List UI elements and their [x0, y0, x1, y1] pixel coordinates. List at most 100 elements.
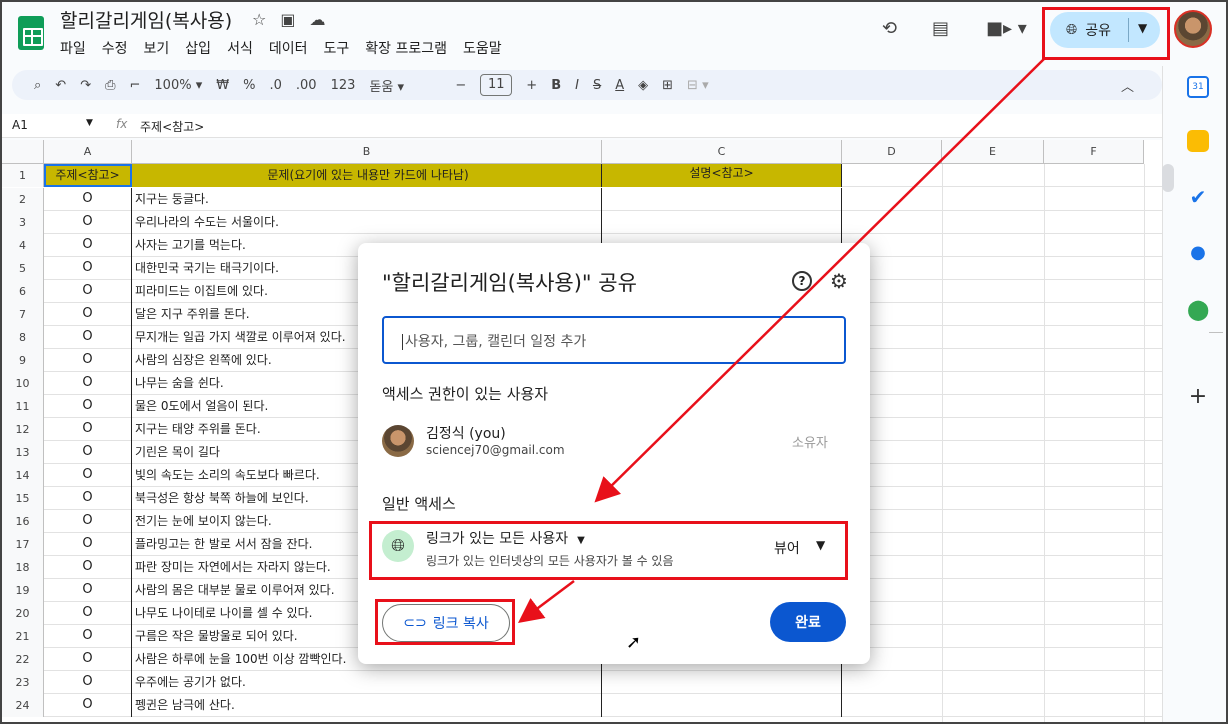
cell-topic[interactable]: O	[44, 487, 132, 510]
keep-icon[interactable]	[1187, 130, 1209, 152]
cell-question[interactable]: 우주에는 공기가 없다.	[132, 671, 602, 694]
tasks-icon[interactable]: ✔	[1187, 186, 1209, 208]
percent-format[interactable]: %	[243, 78, 255, 93]
row-header[interactable]: 5	[2, 257, 44, 280]
font-size-decrease[interactable]: −	[455, 78, 466, 93]
row-header[interactable]: 7	[2, 303, 44, 326]
menu-tools[interactable]: 도구	[323, 36, 357, 60]
cell-topic[interactable]: O	[44, 349, 132, 372]
document-title[interactable]: 할리갈리게임(복사용)	[60, 6, 232, 33]
cell-topic[interactable]: O	[44, 418, 132, 441]
cloud-status-icon[interactable]: ☁	[309, 10, 325, 29]
cell-topic[interactable]: O	[44, 533, 132, 556]
menu-file[interactable]: 파일	[60, 36, 94, 60]
cell-note[interactable]	[602, 188, 842, 211]
cell-topic[interactable]: O	[44, 579, 132, 602]
comments-icon[interactable]: ▤	[932, 18, 949, 39]
cell-topic[interactable]: O	[44, 441, 132, 464]
row-header[interactable]: 23	[2, 671, 44, 694]
menu-help[interactable]: 도움말	[463, 36, 510, 60]
cell-topic[interactable]: O	[44, 395, 132, 418]
search-menus-icon[interactable]: ⌕	[34, 78, 41, 93]
cell-c1[interactable]: 설명<참고>	[602, 164, 842, 187]
row-header[interactable]: 14	[2, 464, 44, 487]
history-icon[interactable]: ⟲	[882, 18, 897, 39]
row-header[interactable]: 2	[2, 188, 44, 211]
row-header[interactable]: 18	[2, 556, 44, 579]
calendar-icon[interactable]: 31	[1187, 76, 1209, 98]
paint-format-icon[interactable]: ⌐	[130, 78, 141, 93]
cell-topic[interactable]: O	[44, 211, 132, 234]
italic-icon[interactable]: I	[575, 78, 579, 93]
print-icon[interactable]: ⎙	[105, 78, 115, 93]
sheets-logo-icon[interactable]	[18, 16, 44, 50]
cell-question[interactable]: 펭귄은 남극에 산다.	[132, 694, 602, 717]
row-header[interactable]: 8	[2, 326, 44, 349]
cell-question[interactable]: 지구는 둥글다.	[132, 188, 602, 211]
collapse-toolbar-icon[interactable]: ︿	[1121, 76, 1134, 95]
cell-topic[interactable]: O	[44, 648, 132, 671]
cell-topic[interactable]: O	[44, 234, 132, 257]
font-size-increase[interactable]: +	[526, 78, 537, 93]
cell-note[interactable]	[602, 694, 842, 717]
row-header[interactable]: 3	[2, 211, 44, 234]
cell-question[interactable]: 우리나라의 수도는 서울이다.	[132, 211, 602, 234]
vertical-scrollbar[interactable]	[1162, 164, 1174, 192]
fill-color-icon[interactable]: ◈	[638, 78, 648, 93]
help-icon[interactable]: ?	[792, 271, 812, 291]
cell-topic[interactable]: O	[44, 280, 132, 303]
redo-icon[interactable]: ↷	[80, 78, 91, 93]
name-box-dropdown-icon[interactable]: ▼	[86, 118, 93, 128]
font-size-input[interactable]: 11	[480, 74, 513, 96]
formula-input[interactable]: 주제<참고>	[140, 118, 204, 135]
decrease-decimal[interactable]: .0	[269, 78, 281, 93]
column-header-a[interactable]: A	[44, 140, 132, 164]
number-format[interactable]: 123	[331, 78, 356, 93]
add-people-input[interactable]: 사용자, 그룹, 캘린더 일정 추가	[382, 316, 846, 364]
meet-icon[interactable]: ■▸ ▾	[986, 18, 1027, 39]
zoom-select[interactable]: 100% ▾	[154, 78, 202, 93]
done-button[interactable]: 완료	[770, 602, 846, 642]
row-header[interactable]: 6	[2, 280, 44, 303]
undo-icon[interactable]: ↶	[55, 78, 66, 93]
cell-topic[interactable]: O	[44, 671, 132, 694]
maps-icon[interactable]: ⬤	[1187, 298, 1209, 320]
name-box[interactable]: A1	[12, 118, 28, 132]
row-header[interactable]: 17	[2, 533, 44, 556]
column-header-b[interactable]: B	[132, 140, 602, 164]
star-icon[interactable]: ☆	[252, 10, 266, 29]
cell-topic[interactable]: O	[44, 464, 132, 487]
row-header[interactable]: 15	[2, 487, 44, 510]
row-header[interactable]: 20	[2, 602, 44, 625]
cell-topic[interactable]: O	[44, 188, 132, 211]
row-header[interactable]: 13	[2, 441, 44, 464]
cell-topic[interactable]: O	[44, 625, 132, 648]
menu-extensions[interactable]: 확장 프로그램	[365, 36, 455, 60]
text-color-icon[interactable]: A	[615, 78, 624, 93]
row-header[interactable]: 16	[2, 510, 44, 533]
cell-topic[interactable]: O	[44, 694, 132, 717]
cell-topic[interactable]: O	[44, 510, 132, 533]
increase-decimal[interactable]: .00	[296, 78, 317, 93]
cell-b1[interactable]: 문제(요기에 있는 내용만 카드에 나타남)	[132, 164, 602, 187]
bold-icon[interactable]: B	[551, 78, 561, 93]
row-header[interactable]: 9	[2, 349, 44, 372]
currency-format[interactable]: ₩	[216, 78, 229, 93]
row-header[interactable]: 12	[2, 418, 44, 441]
borders-icon[interactable]: ⊞	[662, 78, 673, 93]
menu-insert[interactable]: 삽입	[185, 36, 219, 60]
column-header-f[interactable]: F	[1044, 140, 1144, 164]
row-header[interactable]: 1	[2, 164, 44, 187]
cell-topic[interactable]: O	[44, 257, 132, 280]
cell-topic[interactable]: O	[44, 326, 132, 349]
settings-gear-icon[interactable]: ⚙	[830, 269, 848, 293]
column-header-c[interactable]: C	[602, 140, 842, 164]
row-header[interactable]: 24	[2, 694, 44, 717]
menu-view[interactable]: 보기	[144, 36, 178, 60]
menu-data[interactable]: 데이터	[269, 36, 316, 60]
column-header-e[interactable]: E	[942, 140, 1044, 164]
row-header[interactable]: 4	[2, 234, 44, 257]
cell-note[interactable]	[602, 211, 842, 234]
row-header[interactable]: 11	[2, 395, 44, 418]
cell-note[interactable]	[602, 671, 842, 694]
